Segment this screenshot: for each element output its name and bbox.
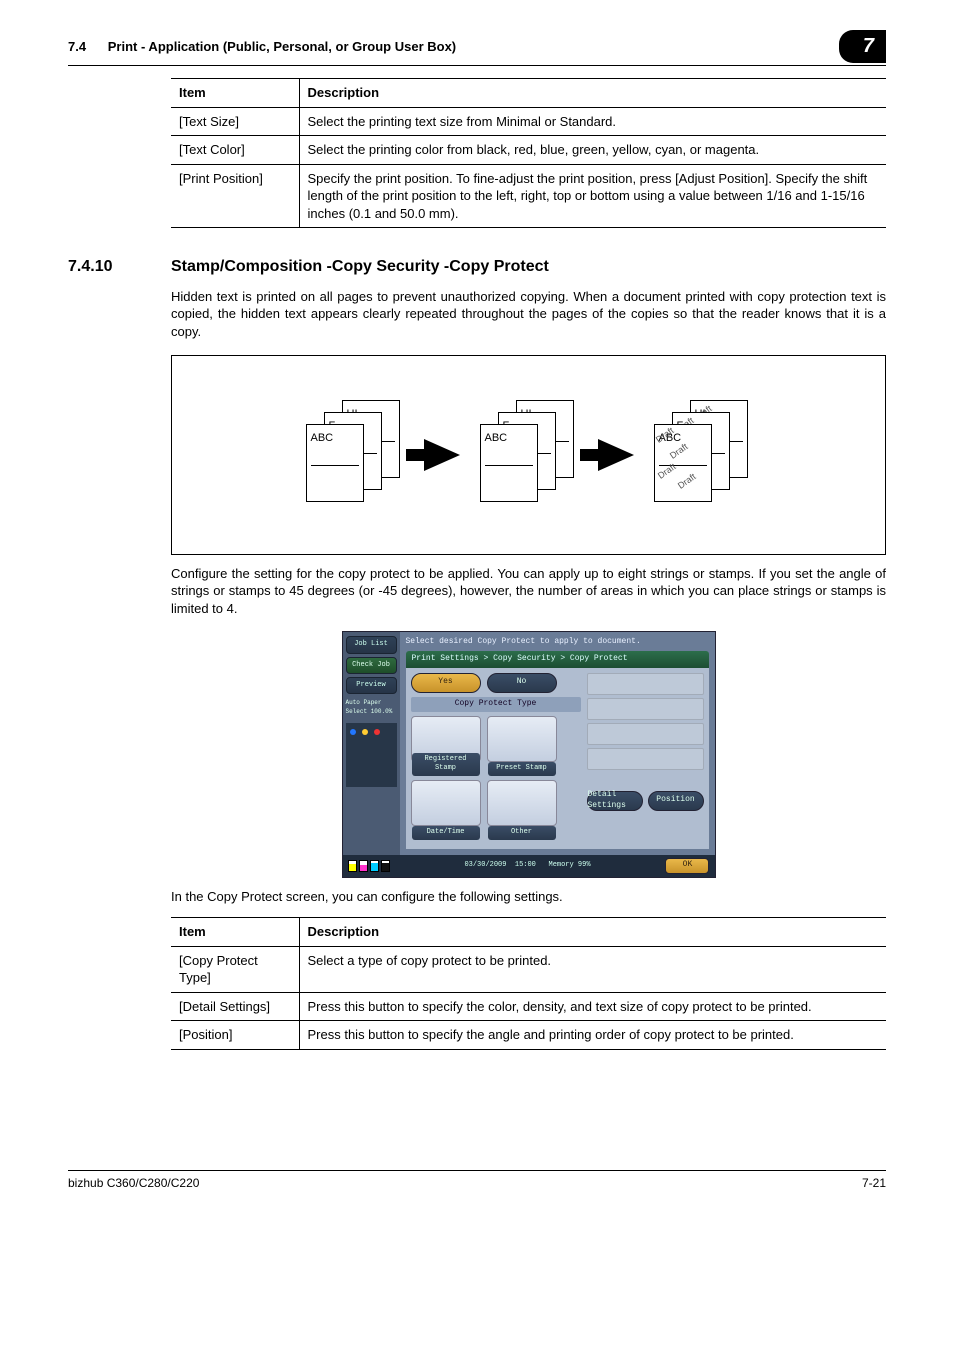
footer-page-number: 7-21 <box>862 1175 886 1191</box>
status-time: 15:00 <box>515 861 536 869</box>
paper-select-label: Auto Paper Select 100.0% <box>346 699 397 715</box>
button-caption: Other <box>488 826 556 839</box>
table-row: [Print Position] Specify the print posit… <box>171 164 886 228</box>
table-row: [Text Size] Select the printing text siz… <box>171 107 886 136</box>
cell-item: [Position] <box>171 1021 299 1050</box>
th-item: Item <box>171 918 299 947</box>
th-item: Item <box>171 79 299 108</box>
paragraph: Hidden text is printed on all pages to p… <box>171 288 886 341</box>
page-footer: bizhub C360/C280/C220 7-21 <box>68 1170 886 1191</box>
header-section-title: Print - Application (Public, Personal, o… <box>108 39 456 54</box>
preset-stamp-button[interactable]: Preset Stamp <box>487 716 557 762</box>
cell-desc: Specify the print position. To fine-adju… <box>299 164 886 228</box>
status-mem-value: 99% <box>578 861 591 869</box>
status-date: 03/30/2009 <box>464 861 506 869</box>
doc-stack-copied: HI Draft Draft F Draft Draft ABC Draft D… <box>658 400 748 510</box>
paragraph: In the Copy Protect screen, you can conf… <box>171 888 886 906</box>
stamp-slot[interactable] <box>587 673 704 695</box>
doc-stack-original: HI F ABC <box>310 400 400 510</box>
toner-levels <box>348 860 390 872</box>
cell-desc: Press this button to specify the color, … <box>299 992 886 1021</box>
stamp-slot[interactable] <box>587 748 704 770</box>
type-label: Copy Protect Type <box>411 697 581 712</box>
button-caption: Date/Time <box>412 826 480 839</box>
other-button[interactable]: Other <box>487 780 557 826</box>
table-print-settings: Item Description [Text Size] Select the … <box>171 78 886 228</box>
button-caption: Preset Stamp <box>488 762 556 775</box>
section-heading: 7.4.10 Stamp/Composition -Copy Security … <box>68 256 886 278</box>
breadcrumb: Print Settings > Copy Security > Copy Pr… <box>406 651 709 668</box>
doc-stack-printed: HI F ABC <box>484 400 574 510</box>
table-row: [Text Color] Select the printing color f… <box>171 136 886 165</box>
page-header: 7.4 Print - Application (Public, Persona… <box>68 30 886 66</box>
cell-desc: Select the printing color from black, re… <box>299 136 886 165</box>
draft-watermark: Draft <box>675 470 698 491</box>
table-row: [Copy Protect Type] Select a type of cop… <box>171 946 886 992</box>
position-button[interactable]: Position <box>648 791 704 811</box>
arrow-icon <box>598 439 634 471</box>
table-row: [Position] Press this button to specify … <box>171 1021 886 1050</box>
cell-desc: Select a type of copy protect to be prin… <box>299 946 886 992</box>
preview-button[interactable]: Preview <box>346 677 397 694</box>
sheet-text: ABC <box>311 431 359 446</box>
preview-thumbnail <box>346 723 397 787</box>
ui-panel: Yes No Copy Protect Type Registered Stam… <box>406 668 709 849</box>
status-datetime: 03/30/2009 15:00 Memory 99% <box>464 861 590 870</box>
ok-button[interactable]: OK <box>665 858 709 874</box>
ui-instruction: Select desired Copy Protect to apply to … <box>406 637 709 648</box>
yes-button[interactable]: Yes <box>411 673 481 693</box>
cell-desc: Press this button to specify the angle a… <box>299 1021 886 1050</box>
cell-item: [Detail Settings] <box>171 992 299 1021</box>
cell-item: [Print Position] <box>171 164 299 228</box>
section-title: Stamp/Composition -Copy Security -Copy P… <box>171 256 549 278</box>
check-job-button[interactable]: Check Job <box>346 657 397 674</box>
copy-protect-diagram: HI F ABC HI F ABC HI Draft Draft F Draft… <box>171 355 886 555</box>
header-section-no: 7.4 <box>68 39 86 54</box>
job-list-button[interactable]: Job List <box>346 636 397 653</box>
stamp-slot[interactable] <box>587 723 704 745</box>
th-desc: Description <box>299 79 886 108</box>
cell-item: [Text Size] <box>171 107 299 136</box>
ui-status-bar: 03/30/2009 15:00 Memory 99% OK <box>343 855 715 877</box>
th-desc: Description <box>299 918 886 947</box>
date-time-button[interactable]: Date/Time <box>411 780 481 826</box>
detail-settings-button[interactable]: Detail Settings <box>587 791 643 811</box>
draft-watermark: Draft <box>655 460 678 481</box>
stamp-slot[interactable] <box>587 698 704 720</box>
footer-model: bizhub C360/C280/C220 <box>68 1175 199 1191</box>
sheet-text: ABC <box>485 431 533 446</box>
ui-sidebar: Job List Check Job Preview Auto Paper Se… <box>343 632 400 854</box>
header-left: 7.4 Print - Application (Public, Persona… <box>68 38 456 56</box>
cell-item: [Copy Protect Type] <box>171 946 299 992</box>
paragraph: Configure the setting for the copy prote… <box>171 565 886 618</box>
chapter-badge: 7 <box>839 30 886 63</box>
table-copy-protect: Item Description [Copy Protect Type] Sel… <box>171 917 886 1050</box>
button-caption: Registered Stamp <box>412 753 480 776</box>
printer-ui-screenshot: Job List Check Job Preview Auto Paper Se… <box>342 631 716 877</box>
table-row: [Detail Settings] Press this button to s… <box>171 992 886 1021</box>
cell-item: [Text Color] <box>171 136 299 165</box>
stamp-slots: Detail Settings Position <box>587 673 704 844</box>
section-number: 7.4.10 <box>68 256 171 278</box>
arrow-icon <box>424 439 460 471</box>
registered-stamp-button[interactable]: Registered Stamp <box>411 716 481 762</box>
cell-desc: Select the printing text size from Minim… <box>299 107 886 136</box>
no-button[interactable]: No <box>487 673 557 693</box>
status-mem-label: Memory <box>549 861 574 869</box>
